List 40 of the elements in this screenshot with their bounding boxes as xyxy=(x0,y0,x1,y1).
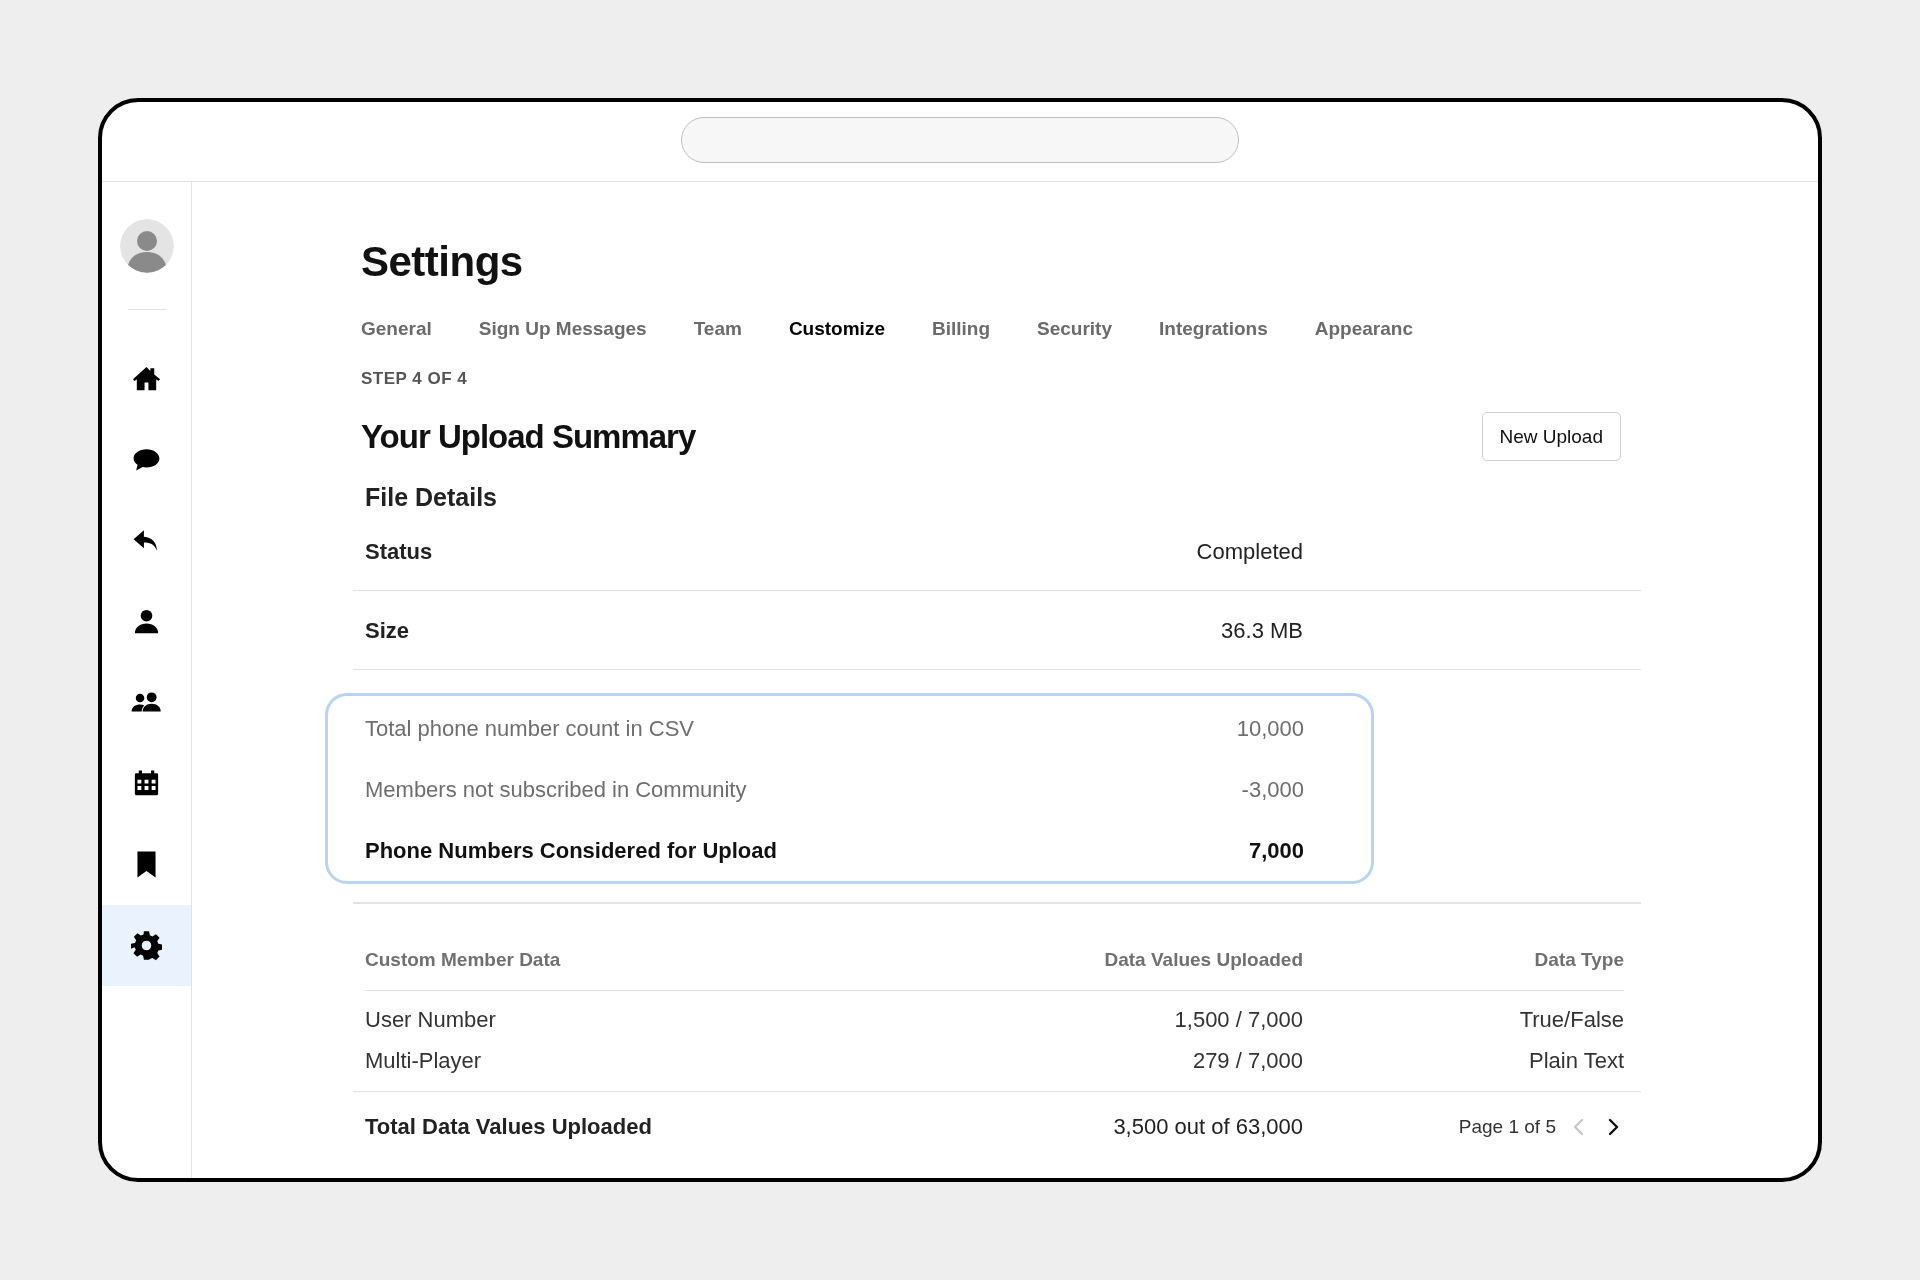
table-cell-text: Multi-Player xyxy=(365,1047,483,1074)
table-cell-text: 1,500 / 7,000 xyxy=(1173,1006,1303,1033)
detail-label: Size xyxy=(365,618,411,644)
detail-label: Status xyxy=(365,539,434,565)
table-cell-text: 279 / 7,000 xyxy=(1191,1047,1303,1074)
page-indicator: Page 1 of 5 xyxy=(1458,1114,1556,1139)
step-indicator: STEP 4 OF 4 xyxy=(361,369,469,389)
total-value: 3,500 out of 63,000 xyxy=(1112,1113,1303,1140)
table-cell-text: User Number xyxy=(365,1006,497,1033)
settings-tab[interactable]: Sign Up Messages xyxy=(478,317,647,341)
settings-tab[interactable]: General xyxy=(361,317,432,341)
count-label: Members not subscribed in Community xyxy=(365,776,747,803)
page-title: Settings xyxy=(361,237,524,287)
settings-tab[interactable]: Team xyxy=(693,317,742,341)
count-label: Phone Numbers Considered for Upload xyxy=(365,837,777,864)
section-title: File Details xyxy=(365,482,498,512)
column-header: Data Type xyxy=(1303,947,1624,991)
settings-tab[interactable]: Security xyxy=(1037,317,1112,341)
chevron-right-icon xyxy=(1606,1116,1620,1137)
sidebar-item[interactable] xyxy=(102,905,191,986)
column-header: Custom Member Data xyxy=(365,947,903,991)
column-header: Data Values Uploaded xyxy=(903,947,1303,991)
count-value: 10,000 xyxy=(1236,715,1304,742)
table-cell-text: Plain Text xyxy=(1528,1047,1624,1074)
avatar[interactable] xyxy=(119,219,174,273)
detail-value: Completed xyxy=(1195,539,1303,565)
settings-tab[interactable]: Billing xyxy=(931,317,991,341)
chevron-left-icon xyxy=(1572,1116,1586,1137)
count-value: 7,000 xyxy=(1248,837,1304,864)
detail-value: 36.3 MB xyxy=(1220,618,1303,644)
settings-tab[interactable]: Integrations xyxy=(1159,317,1268,341)
new-upload-button[interactable]: New Upload xyxy=(1481,412,1621,461)
total-label: Total Data Values Uploaded xyxy=(365,1113,653,1140)
summary-title: Your Upload Summary xyxy=(361,417,696,456)
table-cell-text: True/False xyxy=(1518,1006,1624,1033)
count-value: -3,000 xyxy=(1241,776,1304,803)
settings-icon xyxy=(131,930,162,961)
settings-tab[interactable]: Customize xyxy=(788,317,885,341)
settings-tab[interactable]: Appearanc xyxy=(1314,317,1413,341)
count-label: Total phone number count in CSV xyxy=(365,715,694,742)
